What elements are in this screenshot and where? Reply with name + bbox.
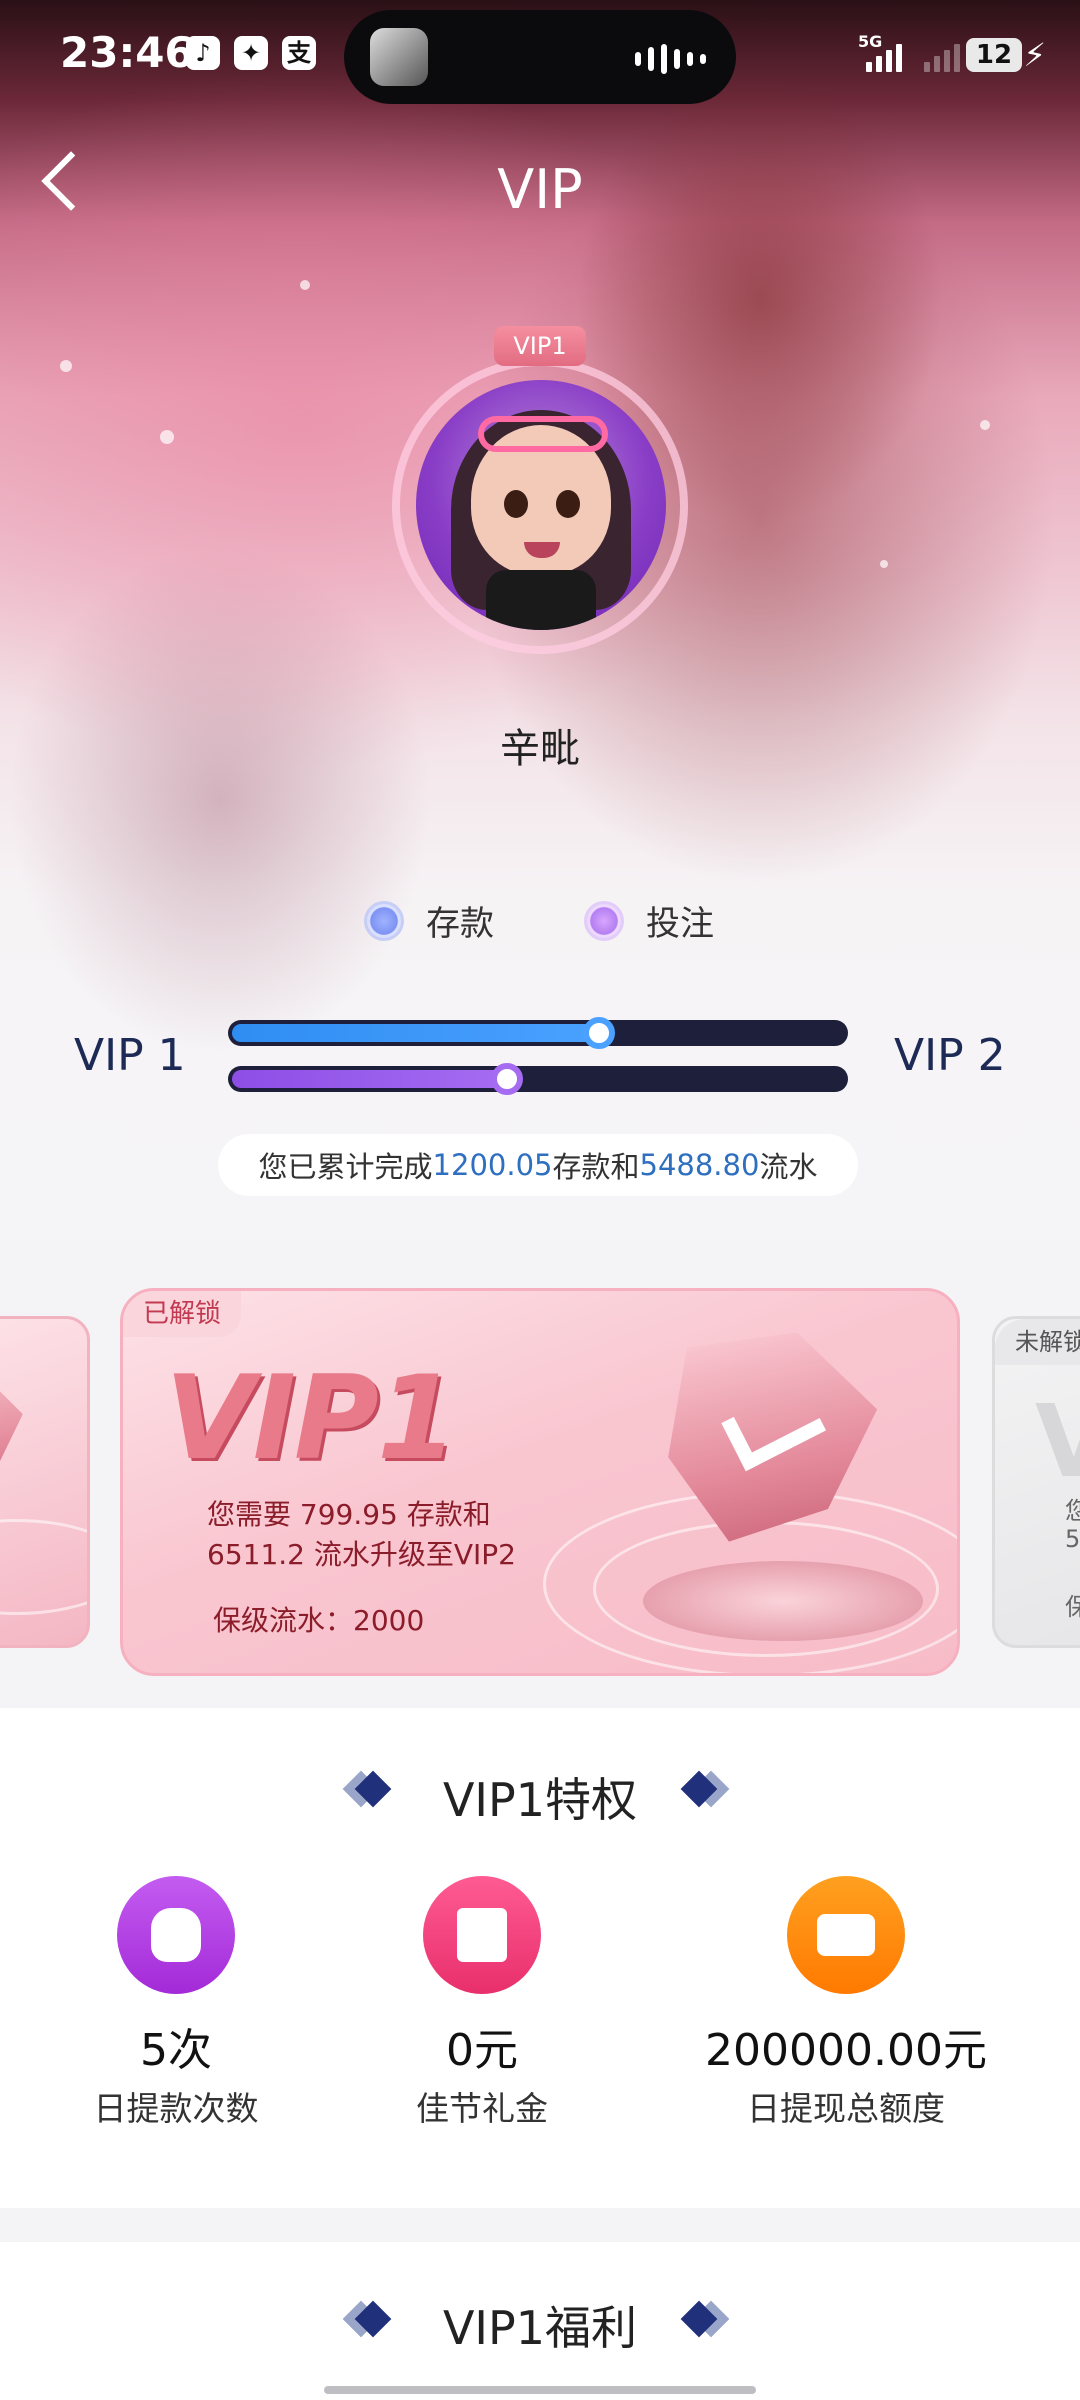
legend-bet-label: 投注 <box>646 904 714 944</box>
deposit-progress-knob <box>583 1017 615 1049</box>
summary-prefix: 您已累计完成 <box>258 1150 433 1184</box>
privilege-item: 5次 日提款次数 <box>26 1876 326 2130</box>
next-card-level-title: V <box>1035 1383 1080 1500</box>
turnover-amount: 5488.80 <box>639 1148 760 1182</box>
bet-dot-icon <box>584 900 624 941</box>
music-app-icon: ♪ <box>186 36 220 70</box>
legend-bet: 投注 <box>584 896 714 945</box>
alipay-app-icon: 支 <box>282 36 316 70</box>
wallet-icon <box>787 1876 905 1994</box>
status-time: 23:46 <box>60 28 194 77</box>
keep-level-turnover: 保级流水：2000 <box>213 1604 425 1637</box>
next-level-card[interactable]: 未解锁 V 您 54 保 <box>992 1316 1080 1648</box>
sparkle <box>880 560 888 568</box>
diamond-right-icon <box>680 2300 730 2338</box>
upgrade-requirement-line2: 6511.2 流水升级至VIP2 <box>207 1538 516 1571</box>
privilege-item: 0元 佳节礼金 <box>332 1876 632 2130</box>
page-title: VIP <box>497 158 583 221</box>
sparkle <box>300 280 310 290</box>
avatar[interactable] <box>416 380 666 630</box>
current-level-label: VIP 1 <box>74 1030 186 1081</box>
status-bar: 23:46 ♪ ✦ 支 5G 12 ⚡ <box>0 0 1080 110</box>
privileges-section: VIP1特权 5次 日提款次数 0元 佳节礼金 200000.00元 日提现总额… <box>0 1708 1080 2208</box>
privileges-title: VIP1特权 <box>442 1773 638 1827</box>
welfare-title: VIP1福利 <box>442 2301 638 2355</box>
accumulated-summary: 您已累计完成 1200.05 存款和 5488.80 流水 <box>218 1134 858 1196</box>
deposit-progress-fill <box>232 1024 599 1042</box>
handshake-app-icon: ✦ <box>234 36 268 70</box>
avatar-sunglasses <box>478 416 608 452</box>
home-indicator[interactable] <box>324 2386 756 2394</box>
bet-progress-bar <box>228 1063 848 1095</box>
cellular-signal-2-icon <box>924 38 960 72</box>
privilege-value: 5次 <box>140 2025 212 2076</box>
privilege-label: 佳节礼金 <box>416 2089 548 2128</box>
sparkle <box>980 420 990 430</box>
charging-icon: ⚡ <box>1023 36 1046 74</box>
notification-icons: ♪ ✦ 支 <box>186 36 316 70</box>
legend-deposit-label: 存款 <box>426 904 494 944</box>
shield-icon <box>0 1343 33 1526</box>
legend-deposit: 存款 <box>364 896 494 945</box>
avatar-eye <box>556 490 580 518</box>
signal-indicator: 5G <box>858 32 960 72</box>
upgrade-requirement-line1: 您需要 799.95 存款和 <box>207 1498 491 1531</box>
card-ripple <box>0 1519 87 1615</box>
audio-wave-icon <box>635 44 706 74</box>
diamond-right-icon <box>680 1770 730 1808</box>
privilege-value: 200000.00元 <box>705 2025 987 2076</box>
next-card-text: 保 <box>1065 1587 1080 1622</box>
avatar-outfit <box>486 570 596 630</box>
summary-mid: 存款和 <box>552 1150 640 1184</box>
card-level-title: VIP1 <box>165 1351 458 1486</box>
cellular-signal-icon: 5G <box>858 32 902 72</box>
battery-icon: 12 <box>966 38 1022 72</box>
privilege-item: 200000.00元 日提现总额度 <box>696 1876 996 2130</box>
deposit-amount: 1200.05 <box>432 1148 553 1182</box>
media-thumbnail-icon <box>370 28 428 86</box>
previous-level-card[interactable] <box>0 1316 90 1648</box>
deposit-progress-bar <box>228 1017 848 1049</box>
sparkle <box>60 360 72 372</box>
unlocked-tag: 已解锁 <box>123 1291 242 1337</box>
network-type: 5G <box>858 32 883 51</box>
bet-progress-knob <box>491 1063 523 1095</box>
next-card-text: 54 <box>1065 1525 1080 1553</box>
sparkle <box>160 430 174 444</box>
pedestal <box>643 1561 923 1641</box>
gift-icon <box>423 1876 541 1994</box>
dynamic-island <box>344 10 736 104</box>
summary-suffix: 流水 <box>759 1150 818 1184</box>
privilege-value: 0元 <box>446 2025 518 2076</box>
next-card-text: 您 <box>1065 1491 1080 1526</box>
username: 辛毗 <box>500 726 580 772</box>
next-level-label: VIP 2 <box>894 1030 1006 1081</box>
current-level-card[interactable]: 已解锁 VIP1 您需要 799.95 存款和 6511.2 流水升级至VIP2… <box>120 1288 960 1676</box>
privilege-label: 日提现总额度 <box>747 2089 945 2128</box>
money-bag-icon <box>117 1876 235 1994</box>
bet-progress-fill <box>232 1070 507 1088</box>
locked-tag: 未解锁 <box>995 1319 1080 1365</box>
privilege-label: 日提款次数 <box>93 2089 259 2128</box>
deposit-dot-icon <box>364 900 404 941</box>
vip-level-badge: VIP1 <box>494 326 586 366</box>
avatar-eye <box>504 490 528 518</box>
welfare-section: VIP1福利 <box>0 2242 1080 2400</box>
